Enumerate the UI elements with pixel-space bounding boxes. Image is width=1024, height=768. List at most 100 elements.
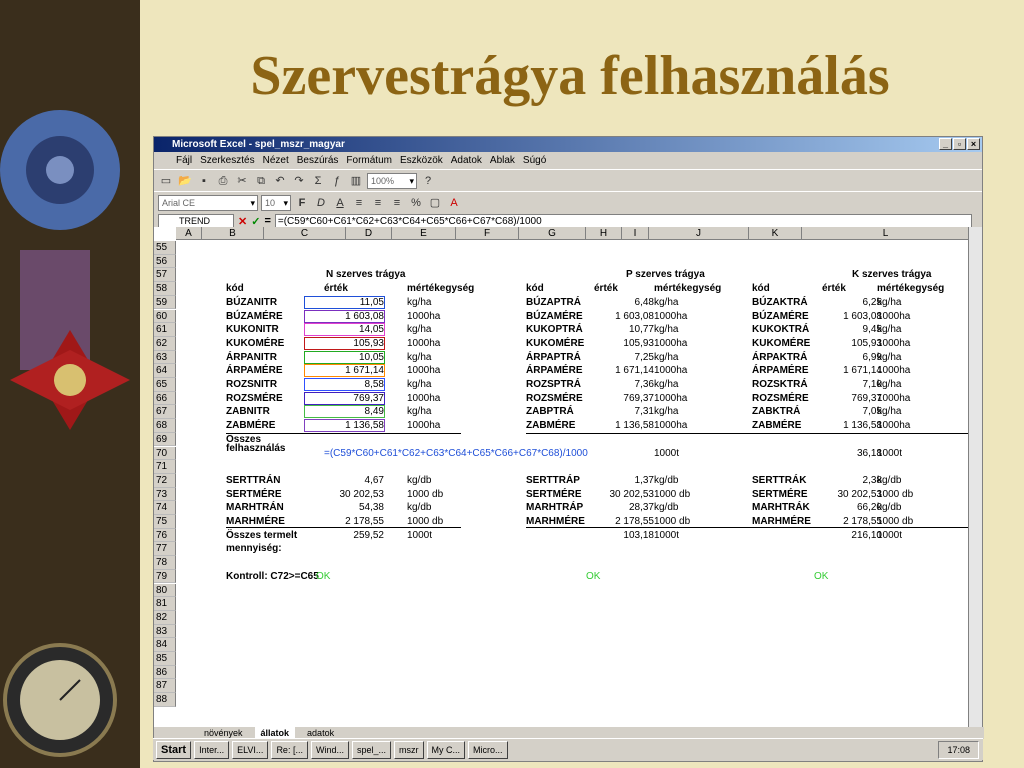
- row-unit[interactable]: kg/ha: [407, 323, 467, 336]
- check-ok[interactable]: OK: [586, 570, 626, 583]
- row-header[interactable]: 81: [154, 597, 176, 611]
- chart-icon[interactable]: ▥: [348, 173, 364, 189]
- row-header[interactable]: 77: [154, 542, 176, 557]
- header-mertek[interactable]: mértékegység: [877, 282, 967, 295]
- borders-icon[interactable]: ▢: [427, 195, 443, 211]
- row-value[interactable]: 9,45: [802, 323, 882, 336]
- font-size-select[interactable]: 10: [261, 194, 291, 211]
- row-unit[interactable]: 1000ha: [877, 310, 937, 323]
- print-icon[interactable]: ⎙: [215, 173, 231, 189]
- header-ertek[interactable]: érték: [594, 282, 654, 295]
- produced-unit[interactable]: 1000t: [877, 529, 937, 542]
- cut-icon[interactable]: ✂: [234, 173, 250, 189]
- row-header[interactable]: 59: [154, 295, 176, 310]
- row-header[interactable]: 84: [154, 638, 176, 652]
- row-header[interactable]: 60: [154, 309, 176, 324]
- row-value[interactable]: 105,93: [802, 337, 882, 350]
- row-unit[interactable]: kg/db: [407, 501, 467, 514]
- function-icon[interactable]: ƒ: [329, 173, 345, 189]
- new-icon[interactable]: ▭: [158, 173, 174, 189]
- row-value[interactable]: 6,48: [574, 296, 654, 309]
- row-unit[interactable]: kg/db: [877, 501, 937, 514]
- help-icon[interactable]: ?: [420, 173, 436, 189]
- row-header[interactable]: 62: [154, 336, 176, 351]
- row-unit[interactable]: kg/db: [654, 501, 714, 514]
- row-value[interactable]: 2 178,55: [802, 515, 882, 528]
- column-header[interactable]: J: [649, 227, 749, 240]
- produced-value[interactable]: 216,10: [802, 529, 882, 542]
- header-mertek[interactable]: mértékegység: [654, 282, 744, 295]
- row-header[interactable]: 65: [154, 378, 176, 392]
- row-unit[interactable]: 1000ha: [407, 392, 467, 405]
- row-unit[interactable]: kg/ha: [654, 323, 714, 336]
- row-value[interactable]: 7,05: [802, 405, 882, 418]
- align-right-icon[interactable]: ≡: [389, 195, 405, 211]
- row-header[interactable]: 74: [154, 501, 176, 515]
- row-code[interactable]: ROZSMÉRE: [226, 392, 296, 405]
- total-formula[interactable]: =(C59*C60+C61*C62+C63*C64+C65*C66+C67*C6…: [324, 447, 604, 460]
- row-value[interactable]: 7,31: [574, 405, 654, 418]
- menu-item[interactable]: Fájl: [176, 155, 192, 166]
- header-kod[interactable]: kód: [752, 282, 812, 295]
- minimize-button[interactable]: _: [939, 138, 952, 150]
- row-code[interactable]: ÁRPANITR: [226, 351, 296, 364]
- row-code[interactable]: ÁRPAMÉRE: [226, 364, 296, 377]
- row-header[interactable]: 78: [154, 556, 176, 570]
- taskbar-item[interactable]: mszr: [394, 740, 424, 759]
- redo-icon[interactable]: ↷: [291, 173, 307, 189]
- worksheet-grid[interactable]: A B C D E F G H I J K L 55 56 57 58 59 60 61 62 63 64 65 66 67 68…: [154, 227, 970, 727]
- produced-unit[interactable]: 1000t: [407, 529, 467, 542]
- row-value[interactable]: 6,99: [802, 351, 882, 364]
- row-value[interactable]: 769,37: [574, 392, 654, 405]
- row-header[interactable]: 55: [154, 241, 176, 255]
- row-value[interactable]: 1 603,08: [802, 310, 882, 323]
- name-box[interactable]: TREND: [158, 214, 234, 228]
- row-unit[interactable]: kg/ha: [407, 378, 467, 391]
- row-header[interactable]: 70: [154, 446, 176, 461]
- row-value[interactable]: 769,37: [802, 392, 882, 405]
- produced-value[interactable]: 259,52: [304, 529, 384, 542]
- row-value[interactable]: 1 671,14: [574, 364, 654, 377]
- row-header[interactable]: 87: [154, 679, 176, 694]
- vertical-scrollbar[interactable]: [968, 227, 982, 727]
- taskbar-item[interactable]: Wind...: [310, 740, 349, 759]
- menu-item[interactable]: Ablak: [490, 155, 515, 166]
- italic-icon[interactable]: D: [313, 195, 329, 211]
- label-osszes-termelt[interactable]: Összes termelt: [226, 529, 316, 542]
- row-value[interactable]: 54,38: [304, 501, 384, 514]
- row-header[interactable]: 68: [154, 419, 176, 433]
- align-left-icon[interactable]: ≡: [351, 195, 367, 211]
- row-value[interactable]: 10,77: [574, 323, 654, 336]
- row-unit[interactable]: kg/ha: [877, 296, 937, 309]
- restore-button[interactable]: ▫: [953, 138, 966, 150]
- row-header[interactable]: 71: [154, 460, 176, 474]
- row-code[interactable]: SERTTRÁN: [226, 474, 296, 487]
- taskbar-item[interactable]: spel_...: [351, 740, 391, 759]
- row-value[interactable]: 4,67: [304, 474, 384, 487]
- row-unit[interactable]: 1000 db: [877, 515, 937, 528]
- row-header[interactable]: 67: [154, 405, 176, 420]
- row-value[interactable]: 1 671,14: [802, 364, 882, 377]
- row-unit[interactable]: kg/ha: [654, 351, 714, 364]
- row-unit[interactable]: 1000 db: [877, 488, 937, 501]
- row-unit[interactable]: 1000ha: [654, 337, 714, 350]
- header-kod[interactable]: kód: [226, 282, 286, 295]
- column-header[interactable]: C: [264, 227, 346, 240]
- row-value[interactable]: 1 136,58: [802, 419, 882, 432]
- row-unit[interactable]: 1000ha: [654, 419, 714, 432]
- row-unit[interactable]: 1000ha: [654, 310, 714, 323]
- row-code[interactable]: ZABNITR: [226, 405, 296, 418]
- row-code[interactable]: MARHTRÁN: [226, 501, 296, 514]
- underline-icon[interactable]: A: [332, 195, 348, 211]
- produced-unit[interactable]: 1000t: [654, 529, 714, 542]
- row-unit[interactable]: 1000 db: [654, 488, 714, 501]
- section-title[interactable]: K szerves trágya: [852, 268, 970, 281]
- taskbar-item[interactable]: Inter...: [194, 740, 230, 759]
- row-header[interactable]: 66: [154, 391, 176, 406]
- row-code[interactable]: BÚZAMÉRE: [226, 310, 296, 323]
- row-header[interactable]: 64: [154, 364, 176, 378]
- font-color-icon[interactable]: A: [446, 195, 462, 211]
- row-header[interactable]: 83: [154, 624, 176, 639]
- column-header[interactable]: H: [586, 227, 622, 240]
- save-icon[interactable]: ▪: [196, 173, 212, 189]
